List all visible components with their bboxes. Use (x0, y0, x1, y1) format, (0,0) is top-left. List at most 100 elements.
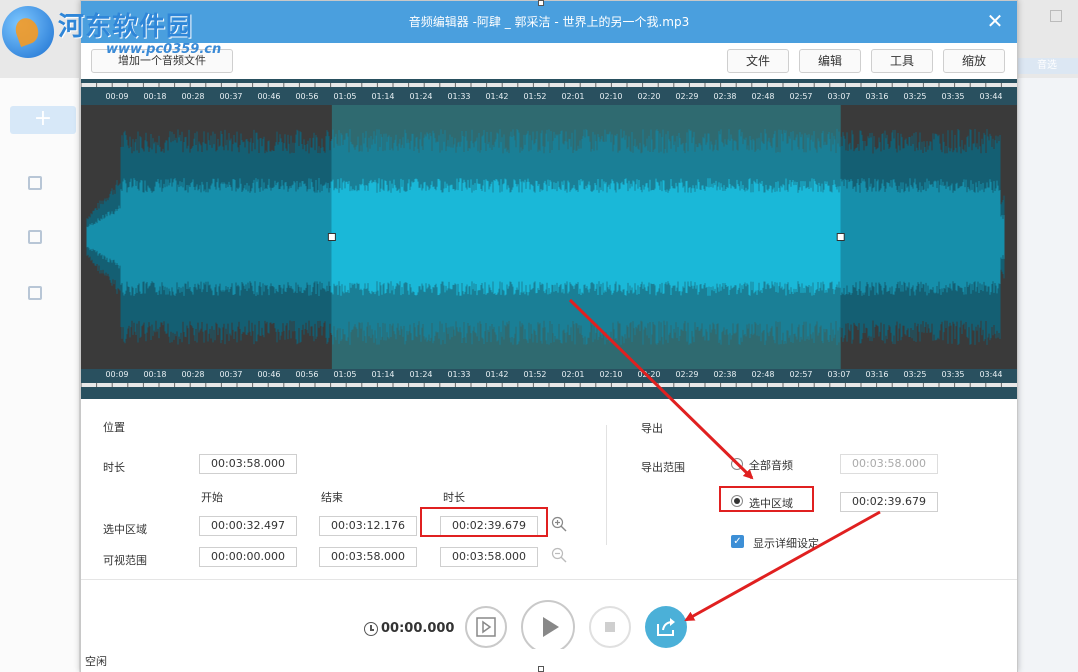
ruler-tick-label: 03:35 (941, 370, 964, 379)
ruler-tick-label: 03:16 (865, 92, 888, 101)
play-icon (543, 617, 559, 637)
resize-handle-top[interactable] (538, 0, 544, 6)
selection-start-handle[interactable] (327, 233, 336, 241)
stop-icon (605, 622, 615, 632)
ruler-tick-label: 01:24 (409, 370, 432, 379)
background-maximize-icon[interactable] (1050, 10, 1062, 22)
playback-bar: 00:00.000 (81, 579, 1017, 654)
close-icon[interactable]: ✕ (985, 11, 1005, 31)
export-button[interactable] (645, 606, 687, 648)
visible-start-field[interactable]: 00:00:00.000 (199, 547, 297, 567)
tools-menu-button[interactable]: 工具 (871, 49, 933, 73)
ruler-tick-label: 01:24 (409, 92, 432, 101)
ruler-tick-label: 02:01 (561, 370, 584, 379)
waveform[interactable] (81, 105, 1017, 369)
status-bar: 空闲 (81, 649, 1017, 672)
ruler-tick-label: 03:16 (865, 370, 888, 379)
duration-label: 时长 (103, 461, 125, 474)
background-tab[interactable]: 音选 (1016, 58, 1078, 74)
ruler-tick-label: 03:07 (827, 370, 850, 379)
ruler-tick-label: 00:18 (143, 92, 166, 101)
ruler-tick-label: 03:35 (941, 92, 964, 101)
ruler-tick-label: 02:01 (561, 92, 584, 101)
resize-handle-bottom[interactable] (538, 666, 544, 672)
annotation-box-export-selection (719, 486, 814, 512)
background-check-icon[interactable] (28, 230, 76, 250)
clock-icon (364, 622, 378, 636)
export-all-radio[interactable] (731, 458, 743, 470)
end-column-header: 结束 (321, 491, 343, 504)
ruler-tick-label: 00:18 (143, 370, 166, 379)
panel-divider (606, 425, 607, 545)
background-add-button[interactable]: + (10, 106, 76, 134)
ruler-tick-label: 02:10 (599, 370, 622, 379)
selection-end-handle[interactable] (836, 233, 845, 241)
ruler-tick-label: 02:29 (675, 370, 698, 379)
position-section-label: 位置 (103, 421, 125, 434)
ruler-tick-label: 01:05 (333, 370, 356, 379)
export-selection-duration-field: 00:02:39.679 (840, 492, 938, 512)
ruler-tick-label: 00:46 (257, 370, 280, 379)
ruler-tick-label: 02:38 (713, 370, 736, 379)
timeline-ruler-top[interactable]: 00:09 00:18 00:28 00:37 00:46 00:56 01:05 01:14… (81, 79, 1017, 105)
show-details-label[interactable]: 显示详细设定 (753, 535, 819, 551)
settings-panel: 位置 时长 00:03:58.000 开始 结束 时长 选中区域 00:00:3… (81, 399, 1017, 579)
play-selection-button[interactable] (465, 606, 507, 648)
visible-end-field[interactable]: 00:03:58.000 (319, 547, 417, 567)
timeline-ruler-bottom[interactable]: 00:09 00:18 00:28 00:37 00:46 00:56 01:05 01:14… (81, 369, 1017, 399)
ruler-tick-label: 00:28 (181, 370, 204, 379)
ruler-tick-label: 01:05 (333, 92, 356, 101)
play-selection-icon (476, 617, 496, 637)
ruler-tick-label: 03:07 (827, 92, 850, 101)
ruler-tick-label: 02:48 (751, 370, 774, 379)
watermark-url: www.pc0359.cn (106, 42, 222, 57)
zoom-in-icon[interactable] (551, 516, 567, 532)
ruler-tick-label: 02:10 (599, 92, 622, 101)
watermark-logo-icon (2, 6, 54, 58)
ruler-tick-label: 01:14 (371, 370, 394, 379)
status-text: 空闲 (85, 655, 107, 668)
background-download-icon[interactable] (28, 176, 76, 196)
ruler-tick-label: 00:28 (181, 92, 204, 101)
ruler-tick-label: 02:29 (675, 92, 698, 101)
ruler-tick-label: 02:57 (789, 92, 812, 101)
show-details-checkbox[interactable]: ✓ (731, 535, 744, 548)
ruler-tick-label: 02:48 (751, 92, 774, 101)
background-sidebar (0, 78, 80, 672)
export-all-duration-field: 00:03:58.000 (840, 454, 938, 474)
export-all-label[interactable]: 全部音频 (749, 457, 793, 473)
annotation-box-selection-length (420, 507, 548, 537)
share-icon (657, 618, 675, 636)
current-time: 00:00.000 (381, 621, 455, 636)
ruler-tick-label: 02:38 (713, 92, 736, 101)
export-section-label: 导出 (641, 422, 663, 435)
zoom-out-icon[interactable] (551, 547, 567, 563)
ruler-tick-label: 02:20 (637, 92, 660, 101)
visible-range-label: 可视范围 (103, 554, 147, 567)
ruler-tick-label: 03:44 (979, 370, 1002, 379)
edit-menu-button[interactable]: 编辑 (799, 49, 861, 73)
ruler-tick-label: 00:09 (105, 92, 128, 101)
ruler-tick-label: 03:25 (903, 92, 926, 101)
watermark: 河东软件园 www.pc0359.cn (0, 0, 260, 62)
audio-editor-window: 音频编辑器 -阿肆 _ 郭采洁 - 世界上的另一个我.mp3 ✕ 增加一个音频文… (80, 0, 1018, 672)
ruler-tick-label: 01:42 (485, 370, 508, 379)
selection-start-field[interactable]: 00:00:32.497 (199, 516, 297, 536)
ruler-tick-label: 03:25 (903, 370, 926, 379)
ruler-tick-label: 00:56 (295, 370, 318, 379)
stop-button[interactable] (589, 606, 631, 648)
play-button[interactable] (521, 600, 575, 654)
selection-end-field[interactable]: 00:03:12.176 (319, 516, 417, 536)
visible-length-field[interactable]: 00:03:58.000 (440, 547, 538, 567)
ruler-tick-label: 01:42 (485, 92, 508, 101)
ruler-tick-label: 00:37 (219, 370, 242, 379)
ruler-tick-label: 02:57 (789, 370, 812, 379)
zoom-menu-button[interactable]: 缩放 (943, 49, 1005, 73)
ruler-tick-label: 00:56 (295, 92, 318, 101)
background-trash-icon[interactable] (28, 286, 76, 306)
file-menu-button[interactable]: 文件 (727, 49, 789, 73)
waveform-editor[interactable]: 00:09 00:18 00:28 00:37 00:46 00:56 01:05 01:14… (81, 79, 1017, 399)
ruler-tick-label: 01:14 (371, 92, 394, 101)
ruler-tick-label: 00:46 (257, 92, 280, 101)
ruler-tick-label: 01:33 (447, 92, 470, 101)
